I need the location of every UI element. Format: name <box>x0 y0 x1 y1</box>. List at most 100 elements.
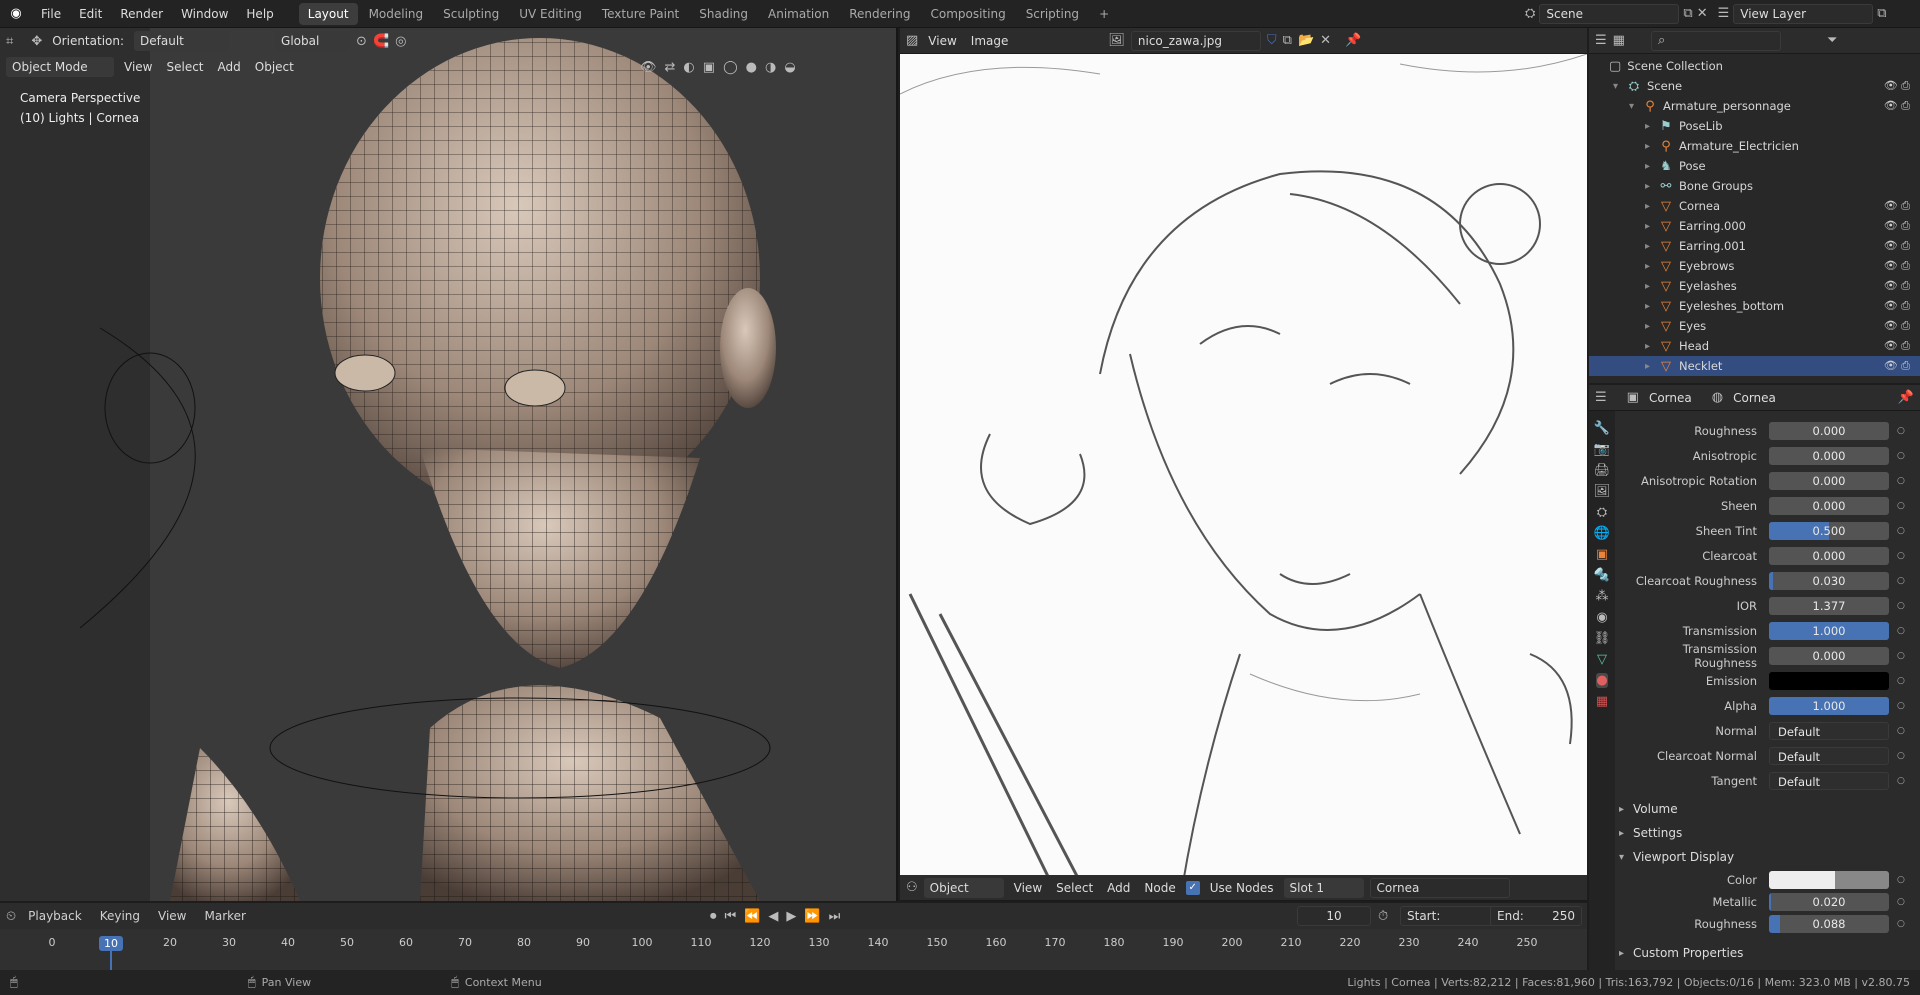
tab-scripting[interactable]: Scripting <box>1017 3 1088 25</box>
disclosure-icon[interactable]: ▸ <box>1645 241 1657 252</box>
constraint-tab-icon[interactable]: ⛓ <box>1594 631 1611 646</box>
shader-editor-type-icon[interactable]: ⚇ <box>906 880 918 895</box>
menu-edit[interactable]: Edit <box>70 0 111 28</box>
output-tab-icon[interactable]: 🖨 <box>1594 463 1611 478</box>
link-socket-icon[interactable]: ○ <box>1897 601 1909 611</box>
outliner-row[interactable]: ▸ ▽ Earring.000 👁 ⎙ <box>1589 216 1920 236</box>
pin-icon[interactable]: 📌 <box>1898 390 1914 405</box>
eye-icon[interactable]: 👁 ⎙ <box>1884 319 1910 333</box>
texture-tab-icon[interactable]: ▦ <box>1596 694 1608 709</box>
outliner-search[interactable]: ⌕ <box>1650 30 1781 51</box>
shading-wire-icon[interactable]: ◯ <box>723 60 738 75</box>
tab-animation[interactable]: Animation <box>759 3 838 25</box>
display-mode-icon[interactable]: ▦ <box>1613 33 1625 48</box>
new-scene-icon[interactable]: ⧉ <box>1683 6 1692 21</box>
view-layer-tab-icon[interactable]: 🖼 <box>1594 484 1611 499</box>
disclosure-icon[interactable]: ▸ <box>1645 161 1657 172</box>
property-field[interactable] <box>1769 871 1889 889</box>
play-reverse-icon[interactable]: ◀ <box>768 909 778 924</box>
render-tab-icon[interactable]: 📷 <box>1594 442 1610 457</box>
shader-type-dropdown[interactable]: Object <box>923 877 1004 898</box>
outliner-row[interactable]: ▾ ⚲ Armature_personnage 👁 ⎙ <box>1589 96 1920 116</box>
disclosure-icon[interactable]: ▸ <box>1645 181 1657 192</box>
use-nodes-checkbox[interactable]: ✓ <box>1185 880 1200 895</box>
data-tab-icon[interactable]: ▽ <box>1597 652 1607 667</box>
tab-shading[interactable]: Shading <box>690 3 757 25</box>
outliner-row[interactable]: ▸ ▽ Head 👁 ⎙ <box>1589 336 1920 356</box>
next-key-icon[interactable]: ⏩ <box>804 909 820 924</box>
shading-material-icon[interactable]: ◑ <box>765 60 776 75</box>
disclosure-icon[interactable]: ▸ <box>1645 341 1657 352</box>
transform-icon[interactable]: ✥ <box>31 34 42 49</box>
property-field[interactable]: Default <box>1769 747 1889 765</box>
jump-end-icon[interactable]: ⏭ <box>829 909 841 924</box>
outliner-row[interactable]: ▸ ▽ Eyelashes 👁 ⎙ <box>1589 276 1920 296</box>
outliner-row[interactable]: ▸ ▽ Eyeleshes_bottom 👁 ⎙ <box>1589 296 1920 316</box>
menu-window[interactable]: Window <box>172 0 237 28</box>
playhead[interactable] <box>110 951 112 970</box>
eye-icon[interactable]: 👁 ⎙ <box>1884 259 1910 273</box>
menu-file[interactable]: File <box>32 0 70 28</box>
eye-icon[interactable]: 👁 ⎙ <box>1884 79 1910 93</box>
pivot-icon[interactable]: ⊙ <box>356 34 367 49</box>
snap-icon[interactable]: 🧲 <box>373 34 389 49</box>
viewport-menu-add[interactable]: Add <box>214 60 245 74</box>
menu-help[interactable]: Help <box>237 0 282 28</box>
eye-icon[interactable]: 👁 ⎙ <box>1884 279 1910 293</box>
slot-dropdown[interactable]: Slot 1 <box>1283 877 1364 898</box>
unlink-image-icon[interactable]: ✕ <box>1320 33 1331 48</box>
panel-header[interactable]: ▸ Volume <box>1619 798 1920 820</box>
property-field[interactable]: 0.000 <box>1769 447 1889 465</box>
tab-texture-paint[interactable]: Texture Paint <box>593 3 688 25</box>
property-field[interactable]: Default <box>1769 722 1889 740</box>
timeline[interactable]: ⏲ Playback Keying View Marker ⏺ ⏮ ⏪ ◀ ▶ … <box>0 903 1587 970</box>
play-icon[interactable]: ▶ <box>786 909 796 924</box>
end-frame-field[interactable]: End: 250 <box>1490 906 1582 926</box>
overlay-icon[interactable]: ◐ <box>683 60 694 75</box>
property-field[interactable]: 0.000 <box>1769 422 1889 440</box>
disclosure-icon[interactable]: ▾ <box>1613 81 1625 92</box>
image-menu-view[interactable]: View <box>924 34 960 48</box>
timeline-menu-marker[interactable]: Marker <box>198 909 251 923</box>
timeline-ruler[interactable]: 0 10 20 30 40 50 60 70 80 90 100 110 120 130 140 150 160… <box>0 929 1587 970</box>
image-editor[interactable]: ▨ View Image 🖼 nico_zawa.jpg ⛉ ⧉ 📂 ✕ 📌 ⚇… <box>900 28 1587 901</box>
link-socket-icon[interactable]: ○ <box>1897 476 1909 486</box>
disclosure-icon[interactable]: ▸ <box>1645 201 1657 212</box>
node-menu-view[interactable]: View <box>1010 881 1046 895</box>
view-layer-icon[interactable]: ☰ <box>1718 6 1730 21</box>
link-socket-icon[interactable]: ○ <box>1897 919 1909 929</box>
link-socket-icon[interactable]: ○ <box>1897 701 1909 711</box>
outliner-row[interactable]: ▸ ⚑ PoseLib <box>1589 116 1920 136</box>
viewport-menu-view[interactable]: View <box>120 60 156 74</box>
pin-icon[interactable]: 📌 <box>1345 33 1361 48</box>
disclosure-icon[interactable]: ▾ <box>1629 101 1641 112</box>
outliner[interactable]: ☰ ▦ ⌕ ⏷ ▢ Scene Collection ▾ ⛭ Scene 👁 ⎙ ▾ ⚲ A… <box>1589 28 1920 383</box>
visibility-icon[interactable]: 👁 <box>640 60 657 75</box>
property-field[interactable]: 1.000 <box>1769 622 1889 640</box>
xray-icon[interactable]: ▣ <box>703 60 715 75</box>
link-socket-icon[interactable]: ○ <box>1897 726 1909 736</box>
record-icon[interactable]: ⏺ <box>710 909 717 924</box>
open-image-icon[interactable]: 📂 <box>1298 33 1314 48</box>
outliner-row[interactable]: ▸ ▽ Earring.001 👁 ⎙ <box>1589 236 1920 256</box>
property-field[interactable]: 0.088 <box>1769 915 1889 933</box>
disclosure-icon[interactable]: ▸ <box>1645 141 1657 152</box>
eye-icon[interactable]: 👁 ⎙ <box>1884 239 1910 253</box>
proportional-icon[interactable]: ◎ <box>395 34 406 49</box>
tab-uv-editing[interactable]: UV Editing <box>510 3 591 25</box>
property-field[interactable]: 0.500 <box>1769 522 1889 540</box>
link-socket-icon[interactable]: ○ <box>1897 501 1909 511</box>
property-field[interactable]: 1.377 <box>1769 597 1889 615</box>
material-field[interactable]: Cornea <box>1369 877 1510 898</box>
link-socket-icon[interactable]: ○ <box>1897 676 1909 686</box>
image-name-field[interactable]: nico_zawa.jpg <box>1130 30 1261 51</box>
timeline-menu-keying[interactable]: Keying <box>94 909 146 923</box>
timeline-menu-playback[interactable]: Playback <box>22 909 88 923</box>
outliner-row[interactable]: ▸ ▽ Eyebrows 👁 ⎙ <box>1589 256 1920 276</box>
material-tab-icon[interactable]: ● <box>1596 673 1608 688</box>
disclosure-icon[interactable]: ▸ <box>1645 261 1657 272</box>
outliner-row[interactable]: ▸ ▽ Eyes 👁 ⎙ <box>1589 316 1920 336</box>
scene-icon[interactable]: ⛭ <box>1525 6 1535 21</box>
tab-rendering[interactable]: Rendering <box>840 3 919 25</box>
disclosure-icon[interactable]: ▸ <box>1645 121 1657 132</box>
